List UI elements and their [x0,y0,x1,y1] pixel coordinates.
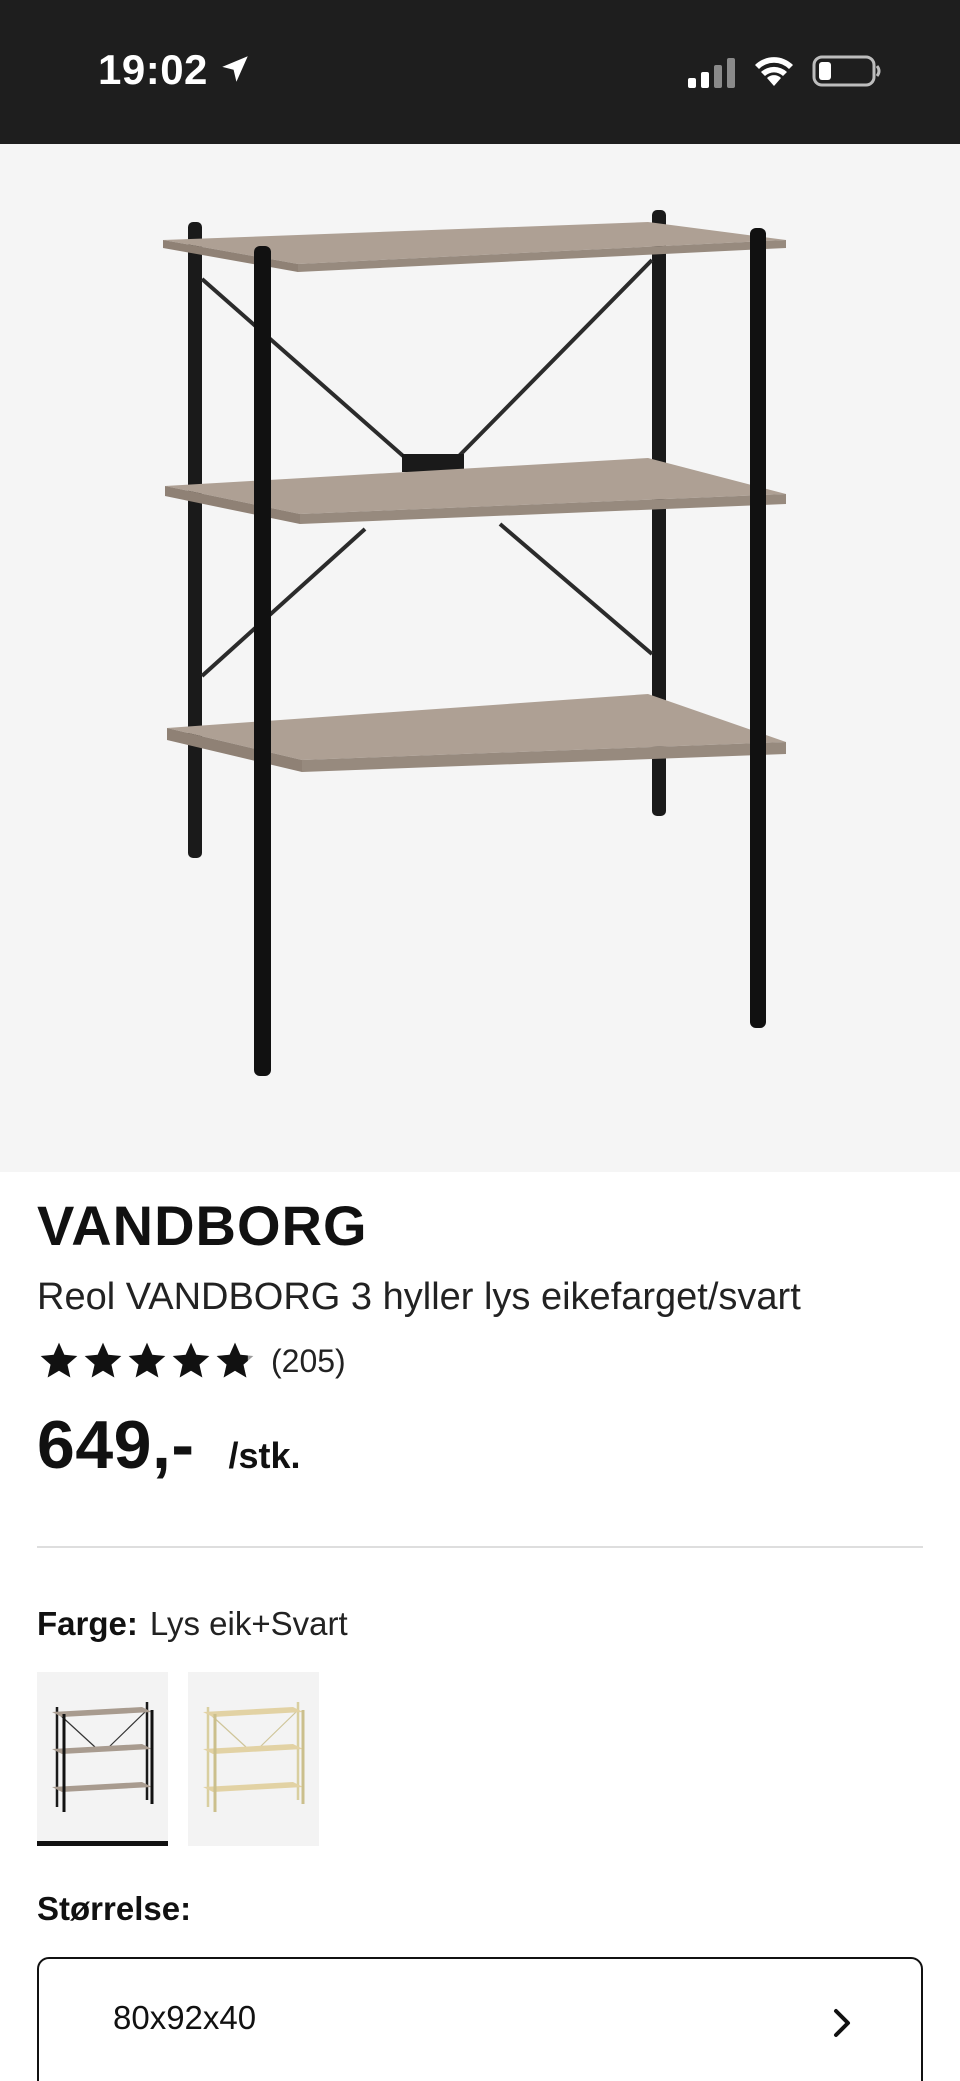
color-selector-label: Farge: Lys eik+Svart [37,1605,348,1643]
color-option-natural[interactable] [188,1672,319,1846]
star-icon [172,1342,210,1378]
color-value: Lys eik+Svart [149,1605,348,1642]
size-value: 80x92x40 [113,1999,257,2036]
bookshelf-natural-thumbnail [203,1702,305,1812]
location-arrow-icon [222,56,248,82]
cellular-signal-icon [688,58,735,88]
star-icon [84,1342,122,1378]
status-bar: 19:02 [0,0,960,144]
divider [37,1546,923,1548]
price-row: 649,- /stk. [37,1406,301,1484]
rating-stars [37,1339,257,1383]
selected-swatch-indicator [37,1841,168,1846]
product-image[interactable] [0,144,960,1172]
battery-icon [812,55,881,87]
product-price: 649,- [37,1407,195,1483]
wifi-icon [755,57,793,86]
color-option-dark[interactable] [37,1672,168,1846]
product-subtitle: Reol VANDBORG 3 hyller lys eikefarget/sv… [37,1276,801,1318]
size-label: Størrelse: [37,1890,192,1927]
color-label: Farge: [37,1605,138,1642]
review-count[interactable]: (205) [271,1343,346,1380]
size-selector[interactable]: 80x92x40 [37,1957,923,2081]
price-unit: /stk. [228,1435,301,1476]
star-icon [128,1342,166,1378]
star-icon [40,1342,78,1378]
chevron-right-icon [834,2009,850,2037]
star-partial-icon [216,1342,254,1378]
product-brand: VANDBORG [37,1194,368,1257]
status-time: 19:02 [98,46,208,93]
bookshelf-illustration [163,210,786,1076]
product-rating[interactable]: (205) [37,1338,346,1384]
bookshelf-dark-thumbnail [52,1702,154,1812]
